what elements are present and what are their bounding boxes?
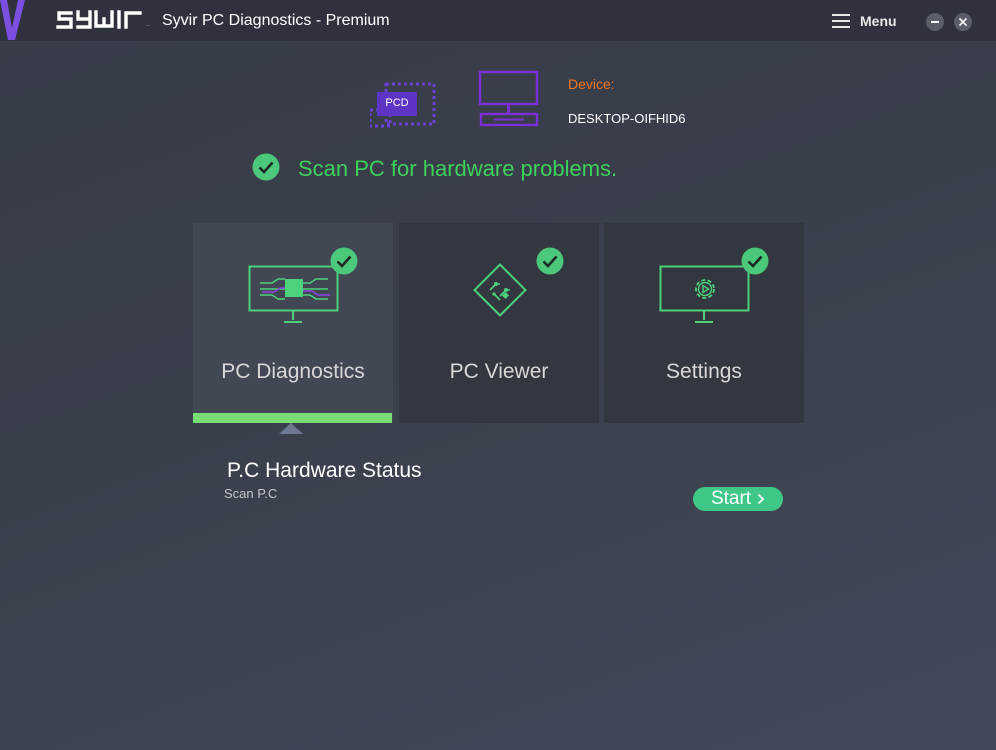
active-tab-indicator <box>193 413 392 423</box>
start-button[interactable]: Start <box>693 487 783 511</box>
section-subtitle: Scan P.C <box>224 486 278 501</box>
chevron-right-icon <box>757 493 765 505</box>
pcd-badge-text: PCD <box>385 97 409 109</box>
title-bar: SYWIR Syvir PC Diagnostics - Premium Men… <box>0 0 996 41</box>
syvir-logo: SYWIR <box>56 10 150 29</box>
minimize-button[interactable] <box>926 13 944 31</box>
svg-text:SYWIR: SYWIR <box>146 25 150 27</box>
minimize-icon <box>931 21 939 23</box>
monitor-gear-icon <box>659 265 750 323</box>
circuit-board-icon <box>473 263 527 317</box>
pcd-badge: PCD <box>368 82 438 133</box>
close-button[interactable] <box>954 13 972 31</box>
check-circle-icon <box>536 247 564 275</box>
section-title: P.C Hardware Status <box>227 459 422 482</box>
check-circle-icon <box>330 247 358 275</box>
card-label: PC Viewer <box>449 360 549 383</box>
card-pc-diagnostics[interactable]: PC Diagnostics <box>193 223 393 423</box>
close-icon <box>958 17 968 27</box>
monitor-icon <box>478 70 539 127</box>
monitor-chip-icon <box>248 265 339 323</box>
card-label: Settings <box>666 360 742 383</box>
pointer-triangle-icon <box>279 423 303 434</box>
menu-button[interactable]: Menu <box>832 11 897 31</box>
card-settings[interactable]: Settings <box>604 223 804 423</box>
card-label: PC Diagnostics <box>221 360 365 383</box>
headline-text: Scan PC for hardware problems. <box>298 156 618 181</box>
check-circle-icon <box>252 153 280 181</box>
device-label: Device: <box>568 76 615 92</box>
menu-label: Menu <box>860 13 897 29</box>
hamburger-icon <box>832 14 850 28</box>
card-pc-viewer[interactable]: PC Viewer <box>399 223 599 423</box>
device-name: DESKTOP-OIFHID6 <box>568 111 686 126</box>
check-circle-icon <box>741 247 769 275</box>
app-title: Syvir PC Diagnostics - Premium <box>162 12 390 29</box>
start-label: Start <box>710 488 752 509</box>
brand-v-icon <box>0 0 25 40</box>
